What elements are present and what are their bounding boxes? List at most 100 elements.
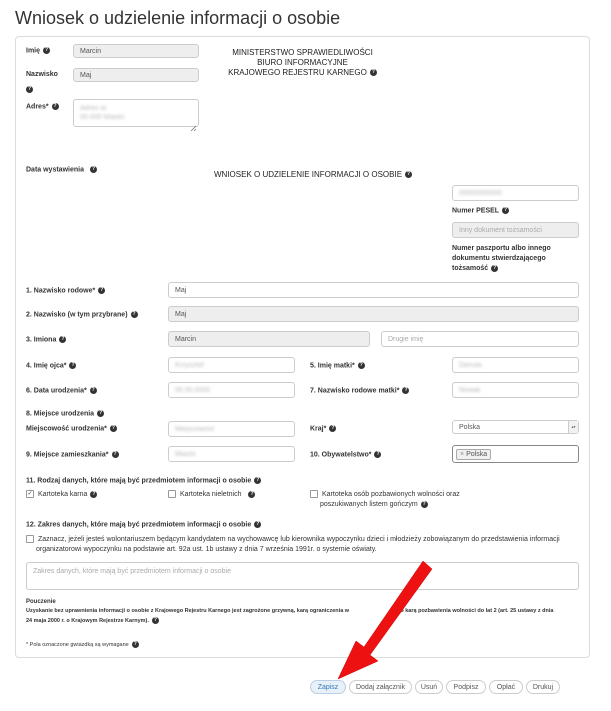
kartoteka-nieletnich-option[interactable]: Kartoteka nieletnich? — [168, 490, 256, 498]
pouczenie-label: Pouczenie — [26, 599, 56, 605]
help-icon[interactable]: ? — [97, 410, 105, 417]
kartoteka-nieletnich-checkbox[interactable] — [168, 490, 176, 498]
red-arrow-icon — [337, 560, 433, 680]
help-icon[interactable]: ? — [98, 287, 106, 294]
help-icon[interactable]: ? — [151, 617, 159, 624]
nazwisko-matki-input[interactable]: Nowak — [452, 382, 579, 398]
zakres-danych-textarea[interactable]: Zakres danych, które mają być przedmiote… — [26, 562, 579, 590]
help-icon[interactable]: ? — [89, 387, 97, 394]
section11-label: 11. Rodzaj danych, które mają być przedm… — [26, 477, 262, 485]
ministry-line1: MINISTERSTWO SPRAWIEDLIWOŚCI — [232, 48, 373, 57]
kartoteka-osob-option[interactable]: Kartoteka osób pozbawionych wolności ora… — [310, 490, 460, 510]
data-wystawienia-label: Data wystawienia? — [26, 166, 97, 174]
obywatelstwo-multiselect[interactable]: × Polska — [452, 445, 579, 463]
kartoteka-karna-option[interactable]: ✓ Kartoteka karna? — [26, 490, 98, 498]
help-icon[interactable]: ? — [131, 641, 139, 648]
ministry-line3-wrap: KRAJOWEGO REJESTRU KARNEGO? — [205, 68, 400, 78]
help-icon[interactable]: ? — [90, 490, 98, 498]
pesel-label: Numer PESEL? — [452, 207, 510, 215]
help-icon[interactable]: ? — [109, 425, 117, 432]
help-icon[interactable]: ? — [329, 425, 337, 432]
select-arrow-icon: ▴▾ — [568, 421, 578, 433]
podpisz-button[interactable]: Podpisz — [446, 680, 486, 694]
help-icon[interactable]: ? — [374, 451, 382, 458]
nazwisko-tym-label: 2. Nazwisko (w tym przybrane)? — [26, 311, 138, 319]
adres-label: Adres*? — [26, 103, 59, 111]
help-icon[interactable]: ? — [420, 500, 428, 508]
help-icon[interactable]: ? — [254, 477, 262, 484]
paszport-input[interactable]: Inny dokument tożsamości — [452, 222, 579, 238]
help-icon[interactable]: ? — [43, 47, 51, 54]
oplac-button[interactable]: Opłać — [489, 680, 523, 694]
help-icon[interactable]: ? — [89, 166, 97, 173]
help-icon[interactable]: ? — [502, 207, 510, 214]
help-icon[interactable]: ? — [369, 69, 377, 77]
red-arrow-shape — [337, 560, 433, 680]
nazwisko-label: Nazwisko — [26, 71, 58, 78]
imiona-label: 3. Imiona? — [26, 336, 67, 344]
miejscowosc-label: Miejscowość urodzenia*? — [26, 425, 117, 433]
imiona-input[interactable]: Marcin — [168, 331, 370, 347]
paszport-label-line1: Numer paszportu albo innego — [452, 245, 551, 252]
help-icon[interactable]: ? — [26, 86, 33, 94]
ministry-header: MINISTERSTWO SPRAWIEDLIWOŚCI BIURO INFOR… — [205, 48, 400, 78]
help-icon[interactable]: ? — [248, 490, 256, 498]
tag-remove-icon[interactable]: × — [460, 451, 464, 458]
miejsce-urodzenia-label: 8. Miejsce urodzenia? — [26, 410, 105, 418]
adres-textarea[interactable]: Adres ul. 00-000 Miasto — [73, 99, 199, 127]
help-icon[interactable]: ? — [357, 362, 365, 369]
adres-line1: Adres ul. — [80, 105, 108, 112]
miejscowosc-input[interactable]: Miejscowość — [168, 421, 295, 437]
wolontariusz-line2: organizatorowi wypoczynku na podstawie a… — [36, 546, 377, 553]
help-icon[interactable]: ? — [402, 387, 410, 394]
required-note: * Pola oznaczone gwiazdką są wymagane? — [26, 641, 139, 648]
nazwisko-matki-label: 7. Nazwisko rodowe matki*? — [310, 387, 410, 395]
obywatelstwo-tag[interactable]: × Polska — [456, 448, 492, 460]
miejsce-zamieszkania-label: 9. Miejsce zamieszkania*? — [26, 451, 119, 459]
kartoteka-osob-line1: Kartoteka osób pozbawionych wolności ora… — [310, 490, 460, 500]
imie-ojca-label: 4. Imię ojca*? — [26, 362, 77, 370]
obywatelstwo-label: 10. Obywatelstwo*? — [310, 451, 382, 459]
nazwisko-rodowe-input[interactable]: Maj — [168, 282, 579, 298]
adres-line2: 00-000 Miasto — [80, 114, 125, 121]
kraj-select[interactable]: Polska ▴▾ — [452, 420, 579, 434]
ministry-line3: KRAJOWEGO REJESTRU KARNEGO — [228, 68, 367, 77]
nazwisko-input[interactable]: Maj — [73, 68, 199, 82]
help-icon[interactable]: ? — [69, 362, 77, 369]
kraj-label: Kraj*? — [310, 425, 337, 433]
help-icon[interactable]: ? — [491, 264, 499, 272]
help-icon[interactable]: ? — [405, 171, 413, 179]
page-title: Wniosek o udzielenie informacji o osobie — [15, 8, 341, 28]
kartoteka-osob-line2: poszukiwanych listem gończym? — [320, 500, 428, 508]
wolontariusz-option[interactable]: Zaznacz, jeżeli jesteś wolontariuszem bę… — [26, 535, 560, 555]
paszport-label-line3-wrap: tożsamość? — [452, 264, 551, 274]
help-icon[interactable]: ? — [111, 451, 119, 458]
help-icon[interactable]: ? — [59, 336, 67, 343]
imie-ojca-input[interactable]: Krzysztof — [168, 357, 295, 373]
wolontariusz-checkbox[interactable] — [26, 535, 34, 544]
pouczenie-line2-wrap: 24 maja 2000 r. o Krajowym Rejestrze Kar… — [26, 617, 159, 624]
pouczenie-line1a: Uzyskanie bez uprawnienia informacji o o… — [26, 608, 350, 614]
resize-handle[interactable] — [190, 119, 197, 132]
kartoteka-karna-checkbox[interactable]: ✓ — [26, 490, 34, 498]
section12-label: 12. Zakres danych, które mają być przedm… — [26, 521, 262, 529]
help-icon[interactable]: ? — [254, 521, 262, 528]
paszport-label: Numer paszportu albo innego dokumentu st… — [452, 244, 551, 274]
data-urodzenia-input[interactable]: 00.00.0000 — [168, 382, 295, 398]
help-icon[interactable]: ? — [130, 311, 138, 318]
imie-label: Imię? — [26, 47, 51, 55]
drukuj-button[interactable]: Drukuj — [526, 680, 560, 694]
imie-input[interactable]: Marcin — [73, 44, 199, 58]
miejsce-zamieszkania-input[interactable]: Miasto — [168, 446, 295, 462]
nazwisko-tym-input[interactable]: Maj — [168, 306, 579, 322]
pouczenie-line2: 24 maja 2000 r. o Krajowym Rejestrze Kar… — [26, 617, 149, 624]
wniosek-heading: WNIOSEK O UDZIELENIE INFORMACJI O OSOBIE… — [214, 170, 413, 179]
ministry-line2: BIURO INFORMACYJNE — [257, 58, 348, 67]
help-icon[interactable]: ? — [51, 103, 59, 110]
pesel-input[interactable]: 00000000000 — [452, 185, 579, 201]
kartoteka-osob-checkbox[interactable] — [310, 490, 318, 499]
paszport-label-line3: tożsamość — [452, 265, 489, 272]
imie-matki-input[interactable]: Danuta — [452, 357, 579, 373]
drugie-imie-input[interactable]: Drugie imię — [381, 331, 579, 347]
imie-matki-label: 5. Imię matki*? — [310, 362, 365, 370]
